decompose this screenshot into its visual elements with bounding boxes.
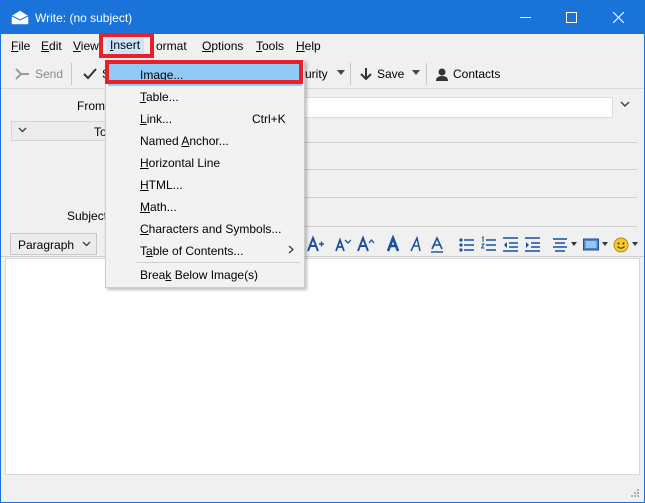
save-button[interactable]: Save <box>360 65 404 83</box>
maximize-icon <box>565 12 577 23</box>
menu-help[interactable]: Help <box>296 39 321 55</box>
envelope-pen-icon <box>11 10 29 25</box>
menu-item-math[interactable]: Math... <box>108 196 302 218</box>
menu-item-html[interactable]: HTML... <box>108 174 302 196</box>
insert-element-icon[interactable] <box>583 235 599 253</box>
chevron-down-icon <box>18 127 27 133</box>
maximize-button[interactable] <box>548 1 594 34</box>
menu-item-characters-symbols[interactable]: Characters and Symbols... <box>108 218 302 240</box>
minimize-button[interactable] <box>502 1 548 34</box>
menu-item-table[interactable]: Table... <box>108 86 302 108</box>
toolbar-separator <box>426 63 427 85</box>
compose-toolbar: Send S urity Save Contacts <box>1 58 644 89</box>
insert-menu-dropdown: Image... Table... Link... Ctrl+K Named A… <box>105 60 305 288</box>
save-dropdown-icon[interactable] <box>412 70 420 75</box>
menu-separator <box>136 262 300 263</box>
toolbar-separator <box>350 63 351 85</box>
window-title: Write: (no subject) <box>35 11 133 25</box>
chevron-down-icon <box>82 241 91 247</box>
menu-edit[interactable]: Edit <box>41 39 62 55</box>
outdent-icon[interactable] <box>503 235 518 253</box>
toolbar-separator <box>71 63 72 85</box>
menu-item-named-anchor[interactable]: Named Anchor... <box>108 130 302 152</box>
format-toolbar: Paragraph <box>1 231 644 257</box>
subject-label: Subject <box>67 209 108 223</box>
minimize-icon <box>519 17 531 18</box>
link-shortcut: Ctrl+K <box>252 112 286 126</box>
insert-dropdown-icon[interactable] <box>602 242 608 246</box>
message-header: From To Subject <box>1 89 644 231</box>
smiley-icon[interactable] <box>613 235 629 253</box>
security-dropdown-icon[interactable] <box>337 70 345 75</box>
send-button[interactable]: Send <box>15 65 63 83</box>
from-label: From <box>77 99 105 113</box>
paragraph-format-select[interactable]: Paragraph <box>10 233 97 255</box>
indent-icon[interactable] <box>525 235 540 253</box>
menu-bar: File Edit View Insert ormat Options Tool… <box>1 34 644 58</box>
bold-icon[interactable] <box>387 235 401 253</box>
recipient-type-select[interactable]: To <box>11 121 109 141</box>
security-button[interactable]: urity <box>305 65 328 83</box>
person-icon <box>436 68 448 81</box>
font-size-icon[interactable] <box>307 235 325 253</box>
menu-options[interactable]: Options <box>202 39 243 55</box>
decrease-font-size-icon[interactable] <box>335 235 351 253</box>
download-arrow-icon <box>360 67 372 80</box>
title-bar[interactable]: Write: (no subject) <box>1 1 644 34</box>
message-body-editor[interactable] <box>5 258 640 475</box>
close-icon <box>612 12 624 23</box>
checkmark-icon <box>83 68 97 80</box>
menu-tools[interactable]: Tools <box>256 39 284 55</box>
resize-grip-icon[interactable] <box>630 488 640 498</box>
menu-item-break-below-image[interactable]: Break Below Image(s) <box>108 264 302 286</box>
send-icon <box>15 68 29 80</box>
contacts-button[interactable]: Contacts <box>436 65 500 83</box>
underline-icon[interactable] <box>431 235 445 253</box>
smiley-dropdown-icon[interactable] <box>632 242 638 246</box>
status-bar <box>1 477 644 502</box>
close-button[interactable] <box>595 1 641 34</box>
highlight-image-item <box>105 60 303 84</box>
menu-item-table-of-contents[interactable]: Table of Contents... <box>108 240 302 262</box>
compose-window: Write: (no subject) File Edit View Inser… <box>0 0 645 503</box>
increase-font-size-icon[interactable] <box>357 235 375 253</box>
menu-format[interactable]: ormat <box>156 39 187 55</box>
italic-icon[interactable] <box>409 235 423 253</box>
menu-file[interactable]: File <box>11 39 30 55</box>
submenu-arrow-icon <box>288 245 294 254</box>
menu-item-link[interactable]: Link... Ctrl+K <box>108 108 302 130</box>
menu-item-horizontal-line[interactable]: Horizontal Line <box>108 152 302 174</box>
align-dropdown-icon[interactable] <box>571 242 577 246</box>
highlight-insert-menu <box>99 33 154 58</box>
menu-view[interactable]: View <box>73 39 99 55</box>
chevron-down-icon[interactable] <box>620 101 630 108</box>
align-icon[interactable] <box>553 235 568 253</box>
bulleted-list-icon[interactable] <box>459 235 474 253</box>
numbered-list-icon[interactable] <box>481 235 496 253</box>
